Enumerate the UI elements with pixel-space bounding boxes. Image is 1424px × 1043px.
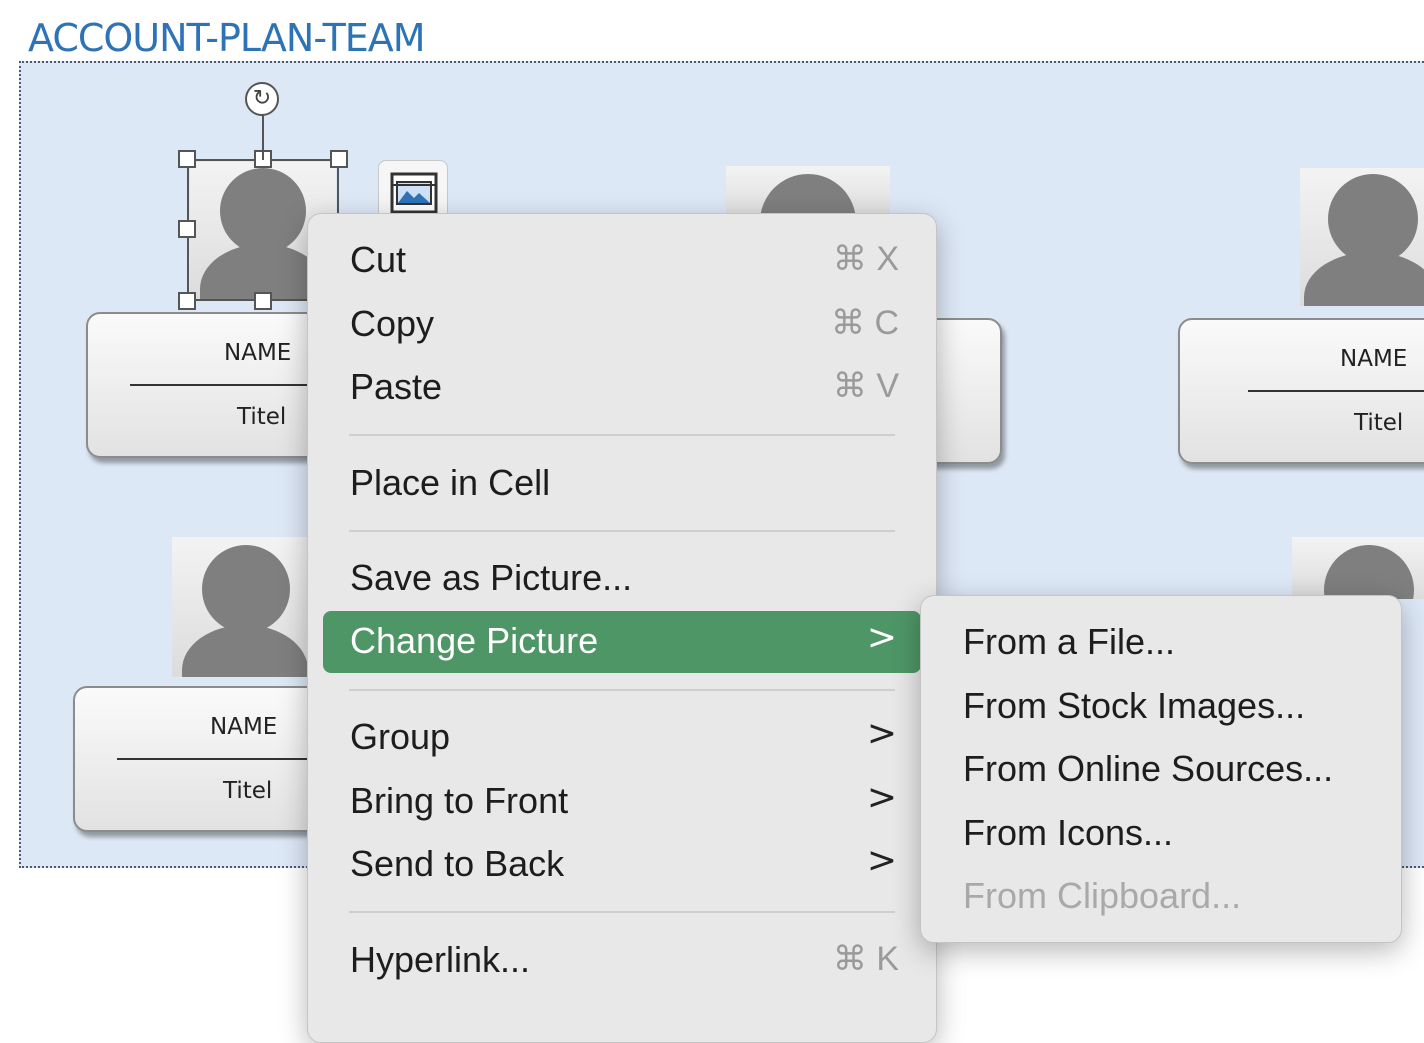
- menu-item-place-in-cell[interactable]: Place in Cell: [323, 453, 921, 515]
- name-card[interactable]: NAME Titel: [73, 686, 323, 832]
- image-options-button[interactable]: [378, 160, 448, 220]
- chevron-right-icon: >: [866, 617, 897, 658]
- chevron-right-icon: >: [866, 713, 897, 754]
- card-divider: [130, 384, 334, 386]
- submenu-item-label: From Icons...: [963, 812, 1174, 853]
- resize-handle[interactable]: [330, 150, 348, 168]
- menu-item-hyperlink[interactable]: Hyperlink... ⌘ K: [323, 930, 921, 992]
- menu-item-label: Send to Back: [350, 843, 565, 884]
- card-name: NAME: [1340, 346, 1408, 372]
- menu-item-copy[interactable]: Copy ⌘ C: [323, 294, 921, 356]
- submenu-item-from-icons[interactable]: From Icons...: [936, 803, 1386, 865]
- name-card[interactable]: NAME Titel: [1178, 318, 1424, 464]
- menu-item-label: Save as Picture...: [350, 557, 633, 598]
- picture-icon: [390, 172, 438, 214]
- menu-item-group[interactable]: Group >: [323, 707, 921, 769]
- menu-item-send-to-back[interactable]: Send to Back >: [323, 834, 921, 896]
- menu-item-cut[interactable]: Cut ⌘ X: [323, 230, 921, 292]
- submenu-item-from-stock-images[interactable]: From Stock Images...: [936, 676, 1386, 738]
- menu-item-bring-to-front[interactable]: Bring to Front >: [323, 771, 921, 833]
- sheet-title: ACCOUNT-PLAN-TEAM: [28, 16, 426, 60]
- card-divider: [1248, 390, 1424, 392]
- submenu-item-label: From Stock Images...: [963, 685, 1306, 726]
- menu-separator: [349, 911, 895, 913]
- menu-item-label: Place in Cell: [350, 462, 551, 503]
- submenu-item-label: From Clipboard...: [963, 875, 1242, 916]
- profile-photo[interactable]: [1292, 537, 1424, 599]
- submenu-item-label: From a File...: [963, 621, 1176, 662]
- chevron-right-icon: >: [866, 840, 897, 881]
- change-picture-submenu: From a File... From Stock Images... From…: [920, 595, 1402, 943]
- resize-handle[interactable]: [178, 292, 196, 310]
- context-menu: Cut ⌘ X Copy ⌘ C Paste ⌘ V Place in Cell…: [307, 213, 937, 1043]
- resize-handle[interactable]: [178, 220, 196, 238]
- menu-separator: [349, 434, 895, 436]
- card-name: NAME: [210, 714, 278, 740]
- shortcut-label: ⌘ C: [831, 304, 899, 342]
- menu-separator: [349, 530, 895, 532]
- menu-item-label: Hyperlink...: [350, 939, 531, 980]
- profile-photo[interactable]: [172, 537, 310, 677]
- shortcut-label: ⌘ V: [832, 367, 899, 405]
- menu-item-label: Group: [350, 716, 451, 757]
- shortcut-label: ⌘ K: [832, 940, 899, 978]
- menu-item-paste[interactable]: Paste ⌘ V: [323, 357, 921, 419]
- submenu-item-label: From Online Sources...: [963, 748, 1334, 789]
- chevron-right-icon: >: [866, 777, 897, 818]
- resize-handle[interactable]: [178, 150, 196, 168]
- profile-photo[interactable]: [1300, 168, 1424, 306]
- resize-handle[interactable]: [254, 292, 272, 310]
- menu-item-label: Change Picture: [350, 620, 599, 661]
- card-divider: [117, 758, 321, 760]
- shortcut-label: ⌘ X: [832, 240, 899, 278]
- submenu-item-from-clipboard: From Clipboard...: [936, 866, 1386, 928]
- card-title: Titel: [1354, 410, 1404, 436]
- menu-item-label: Cut: [350, 239, 407, 280]
- name-card[interactable]: NAME Titel: [86, 312, 336, 458]
- menu-item-label: Paste: [350, 366, 443, 407]
- menu-item-change-picture[interactable]: Change Picture >: [323, 611, 921, 673]
- rotate-handle-icon[interactable]: ↻: [245, 82, 279, 116]
- menu-separator: [349, 689, 895, 691]
- submenu-item-from-online-sources[interactable]: From Online Sources...: [936, 739, 1386, 801]
- rotate-line: [262, 115, 264, 160]
- menu-item-save-as-picture[interactable]: Save as Picture...: [323, 548, 921, 610]
- menu-item-label: Copy: [350, 303, 435, 344]
- menu-item-label: Bring to Front: [350, 780, 569, 821]
- submenu-item-from-file[interactable]: From a File...: [936, 612, 1386, 674]
